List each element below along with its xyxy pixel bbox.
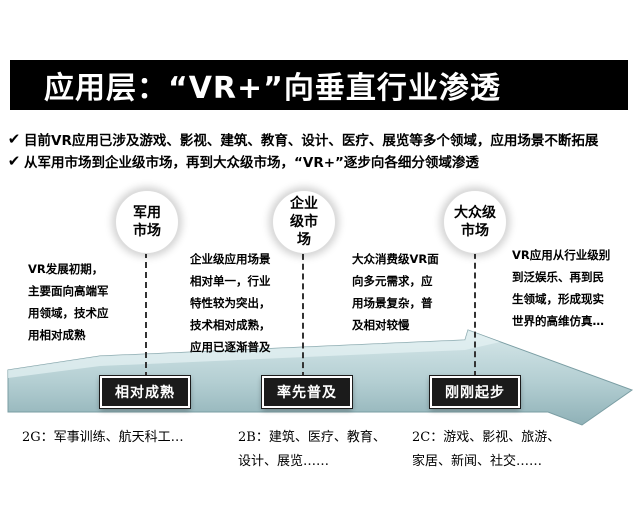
stage-description: 大众消费级VR面 向多元需求，应 用场景复杂，普 及相对较慢 (352, 252, 439, 332)
phase-label: 刚刚起步 (445, 385, 505, 401)
stage-market-consumer: 大众级 市场 (443, 190, 507, 254)
stage-examples: 2C：游戏、影视、旅游、 家居、新闻、社交…… (412, 430, 561, 469)
connector-line (474, 243, 476, 377)
phase-label: 相对成熟 (115, 385, 175, 401)
phase-box: 刚刚起步 (429, 375, 521, 409)
stage-market-enterprise: 企业 级市 场 (272, 190, 336, 254)
connector-line (145, 242, 147, 378)
stage-market-military: 军用 市场 (115, 190, 179, 254)
connector-line (302, 244, 304, 378)
future-description: VR应用从行业级别 到泛娱乐、再到民 生领域，形成现实 世界的高维仿真… (512, 248, 611, 328)
phase-label: 率先普及 (277, 385, 337, 401)
market-label: 大众级 市场 (454, 205, 496, 239)
stage-examples: 2B：建筑、医疗、教育、 设计、展览…… (238, 430, 386, 469)
market-label: 企业 级市 场 (290, 196, 318, 248)
stage-examples: 2G：军事训练、航天科工… (22, 430, 184, 445)
phase-box: 率先普及 (261, 375, 353, 409)
phase-box: 相对成熟 (99, 375, 191, 409)
stage-description: 企业级应用场景 相对单一，行业 特性较为突出， 技术相对成熟， 应用已逐渐普及 (190, 252, 271, 354)
stage-description: VR发展初期， 主要面向高端军 用领域，技术应 用相对成熟 (28, 262, 109, 342)
market-label: 军用 市场 (133, 205, 161, 239)
